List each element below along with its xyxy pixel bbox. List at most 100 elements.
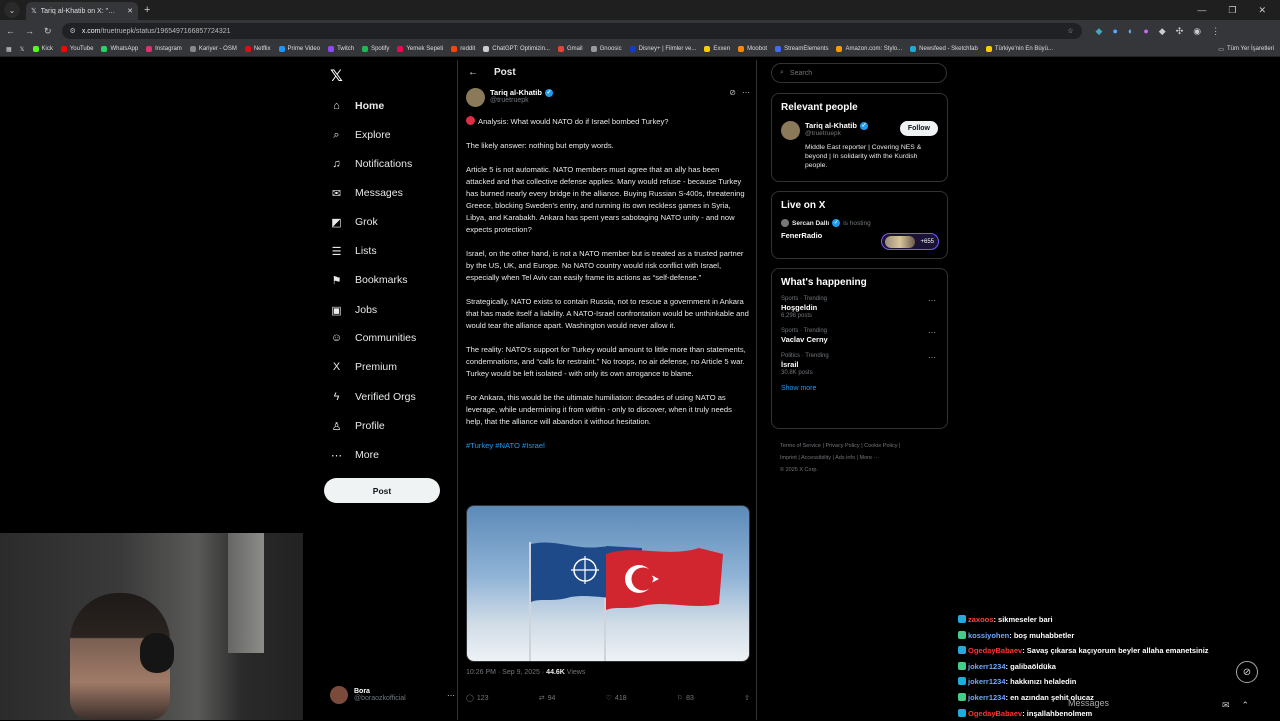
maximize-icon[interactable]: ❐ [1228,5,1236,16]
nav-item-home[interactable]: ⌂ Home [330,96,384,116]
chat-username[interactable]: OgedayBabaev [968,709,1022,718]
bookmark-item[interactable]: YouTube [60,46,93,52]
extension-icon[interactable]: ● [1143,26,1148,37]
extension-icon[interactable]: ◆ [1159,26,1166,37]
more-dots-icon[interactable]: ⋯ [928,296,936,305]
forward-icon[interactable]: → [25,26,34,36]
messages-bar-label[interactable]: Messages [1068,698,1109,708]
post-timestamp[interactable]: 10:26 PM · Sep 9, 2025 · [466,669,546,676]
expand-icon[interactable]: ⌃ [1242,700,1250,711]
bookmark-item[interactable]: Kariyer - OSM [189,46,237,52]
reload-icon[interactable]: ↻ [44,26,52,37]
nav-item-explore[interactable]: ⌕ Explore [330,125,390,145]
extension-icon[interactable]: ● [1112,26,1117,37]
avatar[interactable] [781,121,800,140]
author-name[interactable]: Tariq al-Khatib [490,88,542,97]
tab-close-icon[interactable]: ✕ [127,7,133,15]
bookmark-item[interactable]: Exxen [704,46,730,52]
extension-icon[interactable]: ◐ [1128,26,1133,37]
live-host-name[interactable]: Sercan Dallı [792,220,829,227]
new-tab-button[interactable]: + [144,4,150,16]
bookmark-star-icon[interactable]: ☆ [1067,27,1073,35]
bookmark-item[interactable]: ChatGPT: Optimizin... [483,46,550,52]
minimize-icon[interactable]: — [1197,5,1206,16]
menu-dots-icon[interactable]: ⋮ [1211,26,1220,37]
browser-tab[interactable]: 𝕏 Tariq al-Khatib on X: "🔴 Analy ✕ [26,2,138,20]
x-bookmark-icon[interactable]: 𝕏 [20,46,25,53]
more-dots-icon[interactable]: ⋯ [447,691,455,700]
trend-item[interactable]: Politics · Trending İsrail 30.8K posts ⋯ [781,353,938,376]
nav-item-lists[interactable]: ☰ Lists [330,241,377,261]
rp-handle[interactable]: @truetruepk [805,130,868,137]
bookmark-item[interactable]: Twitch [328,46,354,52]
site-info-icon[interactable]: ⚙ [70,27,76,35]
bookmark-item[interactable]: StreamElements [775,46,828,52]
bookmark-item[interactable]: Yemek Sepeti [397,46,443,52]
address-bar[interactable]: ⚙ x.com/truetruepk/status/19654971668577… [61,23,1082,39]
bookmark-item[interactable]: Newsfeed - Sketchfab [910,46,978,52]
nav-item-messages[interactable]: ✉ Messages [330,183,403,203]
nav-item-more[interactable]: ⋯ More [330,445,379,465]
like-button[interactable]: ♡ 418 [606,694,627,703]
chat-username[interactable]: kossiyohen [968,631,1009,640]
search-input[interactable]: ⌕ Search [771,63,947,83]
nav-item-notifications[interactable]: ♫ Notifications [330,154,412,174]
bookmark-item[interactable]: Prime Video [278,46,320,52]
compose-post-button[interactable]: Post [324,478,440,503]
bookmark-item[interactable]: Spotify [362,46,389,52]
extensions-puzzle-icon[interactable]: ✣ [1176,26,1184,37]
bookmark-button[interactable]: ⚐ 83 [677,694,694,703]
apps-grid-icon[interactable]: ▦ [6,46,12,53]
back-icon[interactable]: ← [6,26,15,36]
chat-username[interactable]: jokerr1234 [968,677,1006,686]
chat-username[interactable]: jokerr1234 [968,693,1006,702]
nav-item-verified-orgs[interactable]: ϟ Verified Orgs [330,387,416,407]
nav-item-profile[interactable]: ♙ Profile [330,416,385,436]
bookmark-item[interactable]: Kick [32,46,53,52]
nav-item-bookmarks[interactable]: ⚑ Bookmarks [330,270,408,290]
close-window-icon[interactable]: ✕ [1258,5,1266,16]
post-hashtags[interactable]: #Turkey #NATO #Israel [466,440,750,452]
live-listeners-pill[interactable]: +655 [881,233,939,250]
bookmark-item[interactable]: Türkiye'nin En Büyü... [985,46,1053,52]
bookmark-item[interactable]: Gmail [557,46,583,52]
chat-username[interactable]: jokerr1234 [968,662,1006,671]
chat-settings-icon[interactable]: ⊘ [1236,661,1258,683]
chat-username[interactable]: zaxoos [968,615,993,624]
trend-item[interactable]: Sports · Trending Vaclav Cerny ⋯ [781,328,938,344]
more-dots-icon[interactable]: ⋯ [928,353,936,362]
account-switcher[interactable]: Bora @boraozkofficial ⋯ [330,686,455,704]
share-icon[interactable]: ⇪ [744,694,750,702]
extension-icon[interactable]: ◆ [1096,26,1103,37]
author-handle[interactable]: @truetruepk [490,97,553,104]
bookmark-item[interactable]: WhatsApp [101,46,138,52]
bookmark-item[interactable]: Gnoosic [590,46,622,52]
author-avatar[interactable] [466,88,485,107]
bookmark-item[interactable]: Amazon.com: Stylo... [836,46,902,52]
footer-line[interactable]: Imprint | Accessibility | Ads info | Mor… [780,452,950,464]
show-more-link[interactable]: Show more [781,385,938,392]
nav-item-premium[interactable]: X Premium [330,357,397,377]
bookmark-item[interactable]: Disney+ | Filmler ve... [629,46,696,52]
more-dots-icon[interactable]: ⋯ [928,328,936,337]
more-options-icon[interactable]: ⋯ [742,88,750,97]
nav-item-jobs[interactable]: ▣ Jobs [330,300,377,320]
trend-item[interactable]: Sports · Trending Hoşgeldin 6,298 posts … [781,296,938,319]
rp-name[interactable]: Tariq al-Khatib [805,121,857,130]
x-logo-icon[interactable]: 𝕏 [330,66,343,85]
all-bookmarks-folder[interactable]: ▭ Tüm Yer İşaretleri [1218,46,1274,53]
tab-search-button[interactable]: ⌄ [4,2,20,18]
compose-message-icon[interactable]: ✉ [1222,700,1230,711]
nav-item-communities[interactable]: ☺ Communities [330,328,416,348]
bookmark-item[interactable]: Moobot [738,46,767,52]
footer-line[interactable]: Terms of Service | Privacy Policy | Cook… [780,440,950,452]
grok-icon[interactable]: ⊘ [729,88,736,97]
reply-button[interactable]: ◯ 123 [466,694,489,703]
repost-button[interactable]: ⇄ 94 [539,694,556,703]
follow-button[interactable]: Follow [899,121,938,136]
profile-icon[interactable]: ◉ [1193,26,1201,37]
post-image[interactable] [466,505,750,662]
nav-item-grok[interactable]: ◩ Grok [330,212,377,232]
bookmark-item[interactable]: Instagram [146,46,182,52]
bookmark-item[interactable]: reddit [451,46,475,52]
